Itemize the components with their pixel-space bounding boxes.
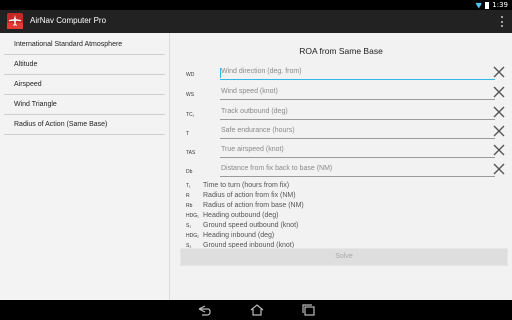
app-title: AirNav Computer Pro bbox=[30, 16, 107, 25]
input-tag: TC₁ bbox=[186, 112, 195, 118]
recent-apps-icon[interactable] bbox=[301, 304, 317, 316]
clear-icon[interactable] bbox=[492, 65, 506, 79]
input-row-track-outbound: TC₁ Track outbound (deg) bbox=[186, 106, 506, 124]
result-label: Time to turn (hours from fix) bbox=[203, 182, 290, 189]
clear-icon[interactable] bbox=[492, 162, 506, 176]
track-outbound-field[interactable]: Track outbound (deg) bbox=[220, 108, 495, 120]
page-title: ROA from Same Base bbox=[299, 46, 383, 56]
result-label: Ground speed outbound (knot) bbox=[203, 222, 299, 229]
input-row-true-airspeed: TAS True airspeed (knot) bbox=[186, 144, 506, 162]
input-row-distance-to-base: Db Distance from fix back to base (NM) bbox=[186, 163, 506, 181]
status-bar: 1:39 bbox=[0, 0, 512, 10]
result-row: HDG₂ Heading inbound (deg) bbox=[186, 231, 486, 241]
input-tag: Db bbox=[186, 169, 193, 175]
sidebar-item-altitude[interactable]: Altitude bbox=[4, 55, 165, 75]
sidebar-item-radius-of-action[interactable]: Radius of Action (Same Base) bbox=[4, 115, 165, 135]
clear-icon[interactable] bbox=[492, 105, 506, 119]
input-row-wind-direction: WD Wind direction (deg. from) bbox=[186, 66, 506, 84]
sidebar-item-airspeed[interactable]: Airspeed bbox=[4, 75, 165, 95]
wind-speed-field[interactable]: Wind speed (knot) bbox=[220, 88, 495, 100]
system-nav-bar bbox=[0, 300, 512, 320]
overflow-menu-icon[interactable] bbox=[500, 16, 504, 27]
input-tag: T bbox=[186, 131, 190, 137]
safe-endurance-field[interactable]: Safe endurance (hours) bbox=[220, 127, 495, 139]
result-label: Heading outbound (deg) bbox=[203, 212, 279, 219]
action-bar: AirNav Computer Pro bbox=[0, 10, 512, 33]
result-label: Radius of action from base (NM) bbox=[203, 202, 304, 209]
result-label: Radius of action from fix (NM) bbox=[203, 192, 296, 199]
sidebar-item-wind-triangle[interactable]: Wind Triangle bbox=[4, 95, 165, 115]
wind-direction-field[interactable]: Wind direction (deg. from) bbox=[220, 68, 495, 80]
result-tag: Rb bbox=[186, 203, 193, 209]
input-tag: WD bbox=[186, 72, 195, 78]
input-row-safe-endurance: T Safe endurance (hours) bbox=[186, 125, 506, 143]
clear-icon[interactable] bbox=[492, 85, 506, 99]
input-tag: WS bbox=[186, 92, 195, 98]
result-tag: HDG₁ bbox=[186, 213, 199, 219]
wifi-icon bbox=[475, 2, 483, 9]
airplane-icon[interactable] bbox=[6, 12, 24, 30]
distance-to-base-field[interactable]: Distance from fix back to base (NM) bbox=[220, 165, 495, 177]
sidebar: International Standard Atmosphere Altitu… bbox=[0, 33, 170, 300]
battery-icon bbox=[485, 1, 490, 9]
result-row: T₁ Time to turn (hours from fix) bbox=[186, 181, 486, 191]
result-tag: HDG₂ bbox=[186, 233, 200, 239]
home-icon[interactable] bbox=[249, 304, 265, 316]
result-tag: T₁ bbox=[186, 183, 191, 189]
input-row-wind-speed: WS Wind speed (knot) bbox=[186, 86, 506, 104]
result-row: HDG₁ Heading outbound (deg) bbox=[186, 211, 486, 221]
result-row: S₁ Ground speed outbound (knot) bbox=[186, 221, 486, 231]
input-tag: TAS bbox=[186, 150, 196, 156]
result-tag: S₁ bbox=[186, 223, 192, 229]
result-tag: R bbox=[186, 193, 190, 199]
results-list: T₁ Time to turn (hours from fix) R Radius … bbox=[186, 181, 486, 251]
sidebar-item-isa[interactable]: International Standard Atmosphere bbox=[4, 35, 165, 55]
true-airspeed-field[interactable]: True airspeed (knot) bbox=[220, 146, 495, 158]
back-icon[interactable] bbox=[196, 304, 212, 316]
status-time: 1:39 bbox=[492, 1, 508, 9]
status-icons: 1:39 bbox=[475, 0, 508, 10]
result-row: R Radius of action from fix (NM) bbox=[186, 191, 486, 201]
main-panel: ROA from Same Base WD Wind direction (de… bbox=[170, 33, 512, 300]
result-row: Rb Radius of action from base (NM) bbox=[186, 201, 486, 211]
clear-icon[interactable] bbox=[492, 124, 506, 138]
clear-icon[interactable] bbox=[492, 143, 506, 157]
result-label: Heading inbound (deg) bbox=[203, 232, 275, 239]
solve-button[interactable]: Solve bbox=[180, 248, 508, 266]
